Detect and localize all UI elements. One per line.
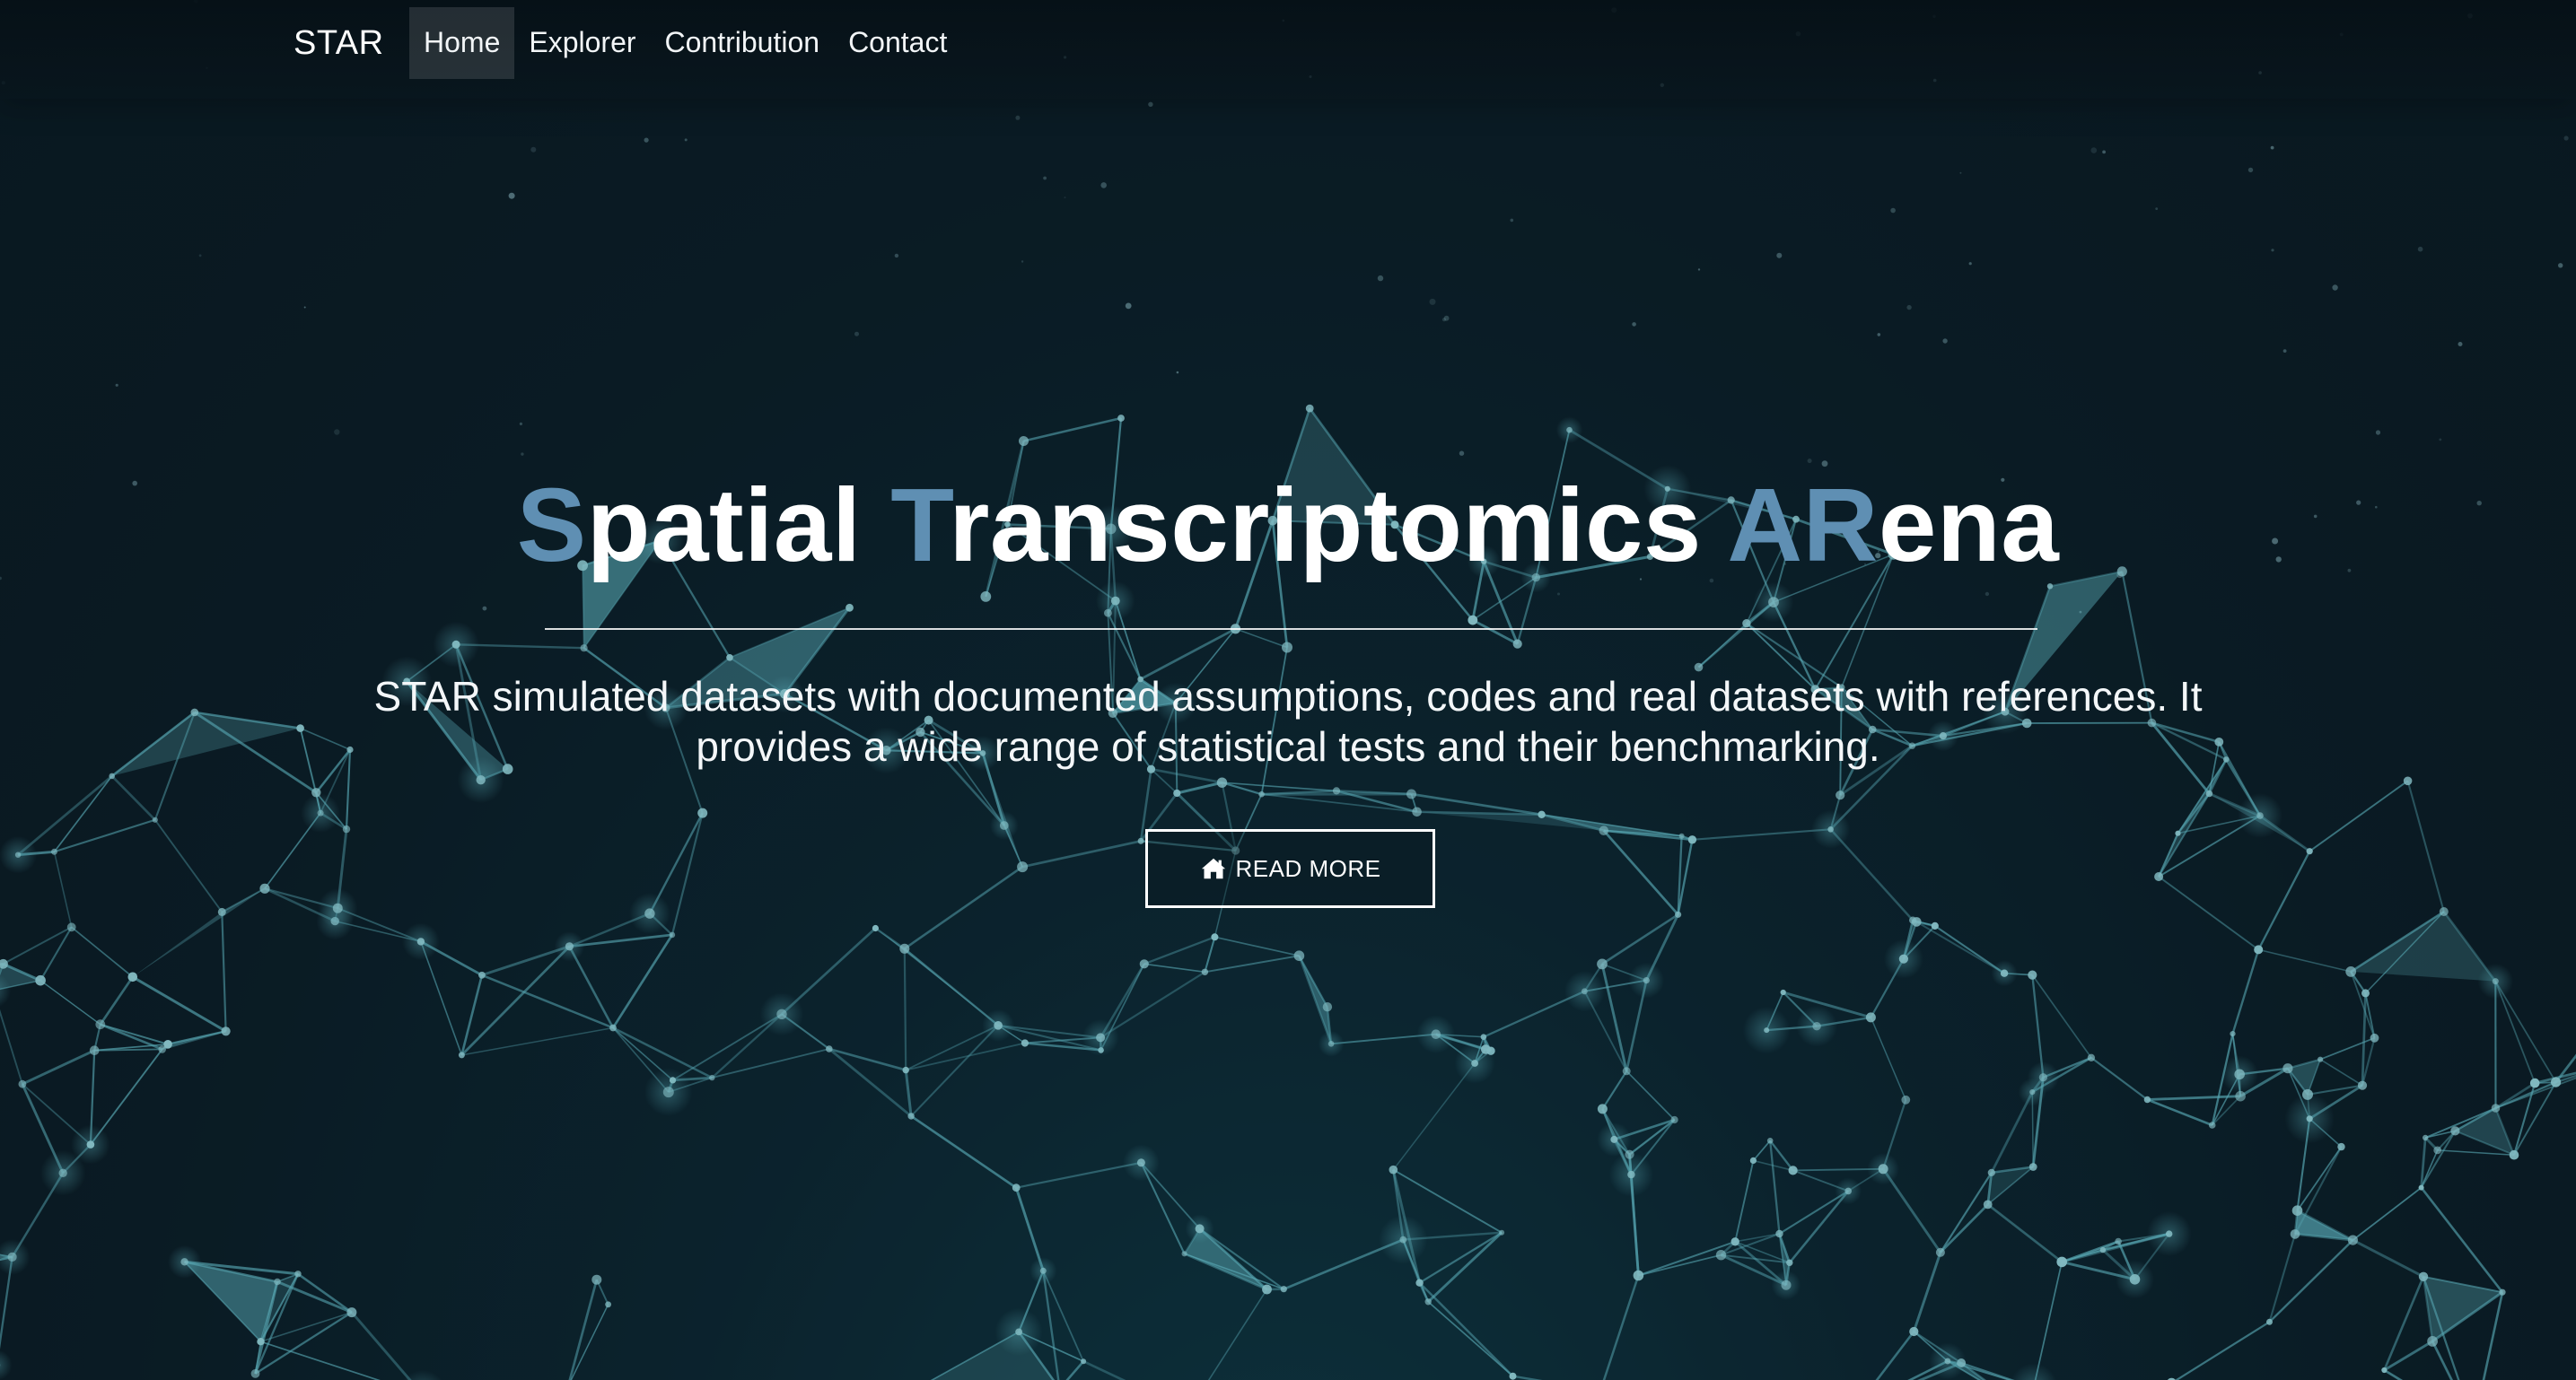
page: STAR Home Explorer Contribution Contact …	[0, 0, 2576, 1380]
title-part-ranscriptomics: ranscriptomics	[949, 467, 1728, 583]
hero-description: STAR simulated datasets with documented …	[373, 673, 2203, 770]
title-part-t: T	[890, 467, 950, 583]
hero-section: Spatial Transcriptomics ARena STAR simul…	[0, 0, 2576, 1380]
read-more-label: READ MORE	[1235, 854, 1381, 882]
title-part-s: S	[516, 467, 587, 583]
home-icon	[1201, 858, 1225, 879]
read-more-button[interactable]: READ MORE	[1145, 829, 1435, 908]
title-divider	[545, 628, 2037, 630]
title-part-ena: ena	[1878, 467, 2060, 583]
hero-title: Spatial Transcriptomics ARena	[0, 467, 2576, 583]
title-part-patial: patial	[586, 467, 891, 583]
title-part-ar: AR	[1727, 467, 1879, 583]
